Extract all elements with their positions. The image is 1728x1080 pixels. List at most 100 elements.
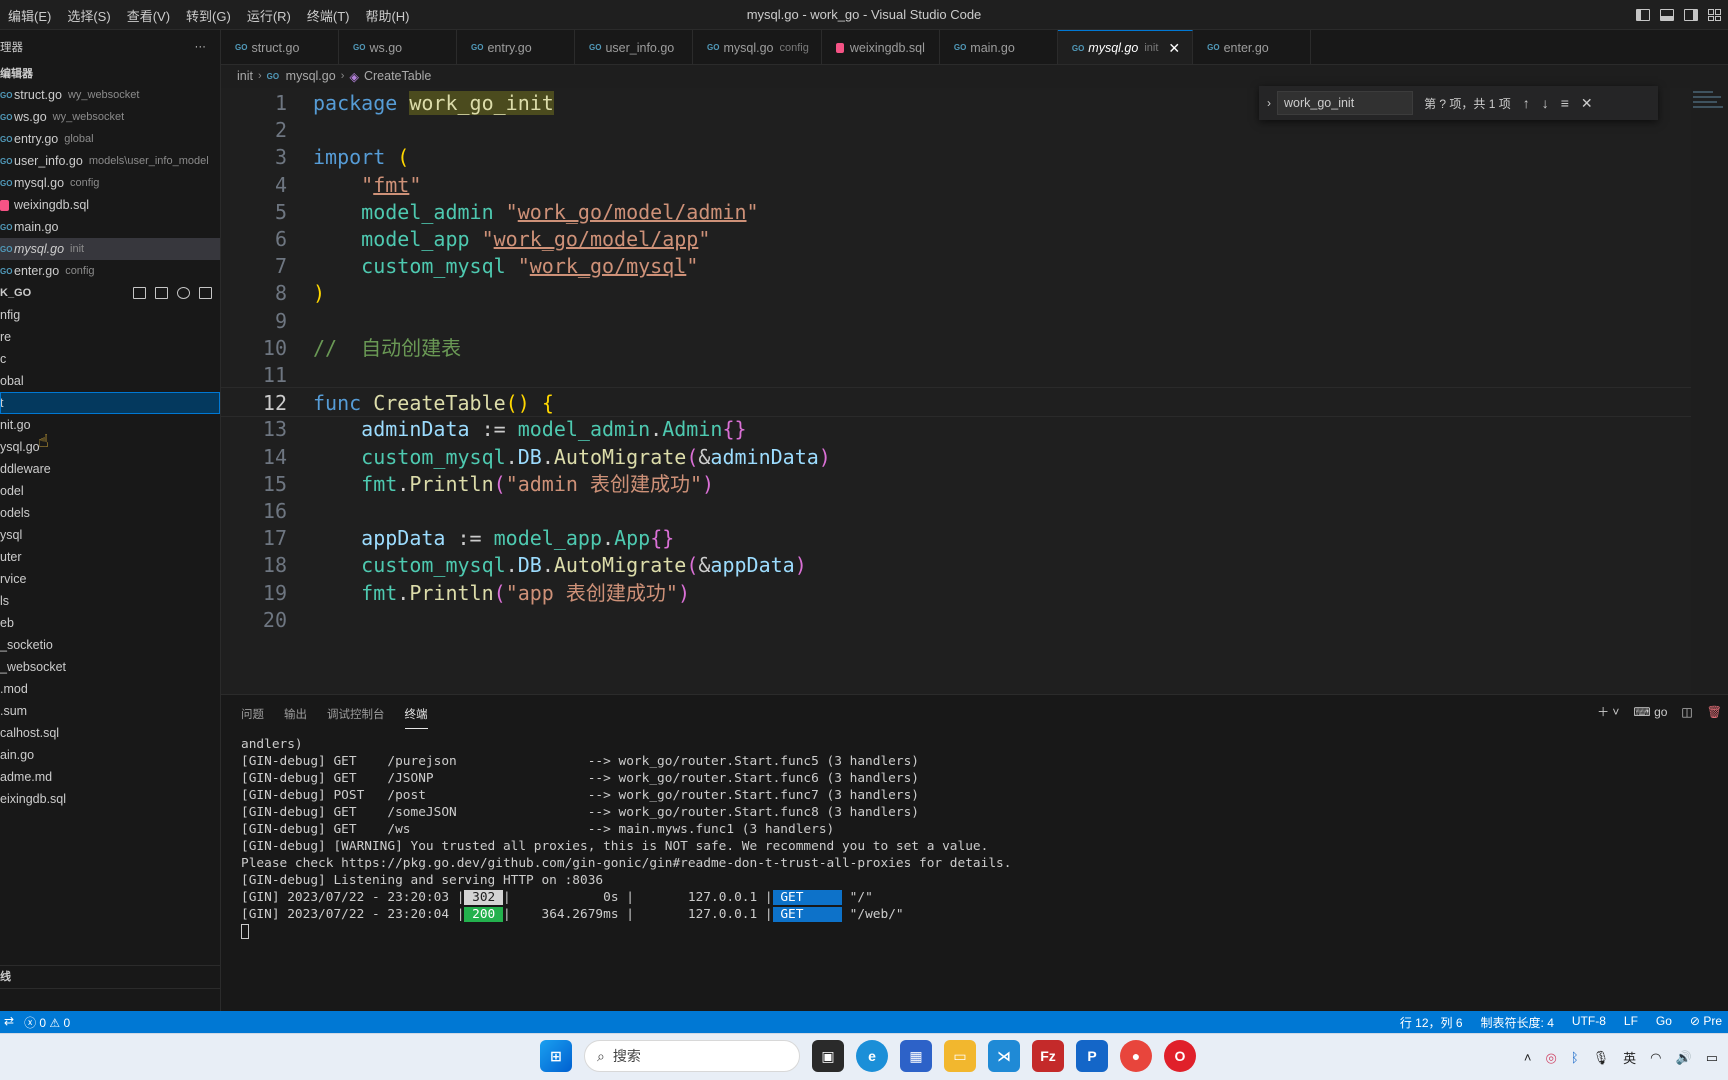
menu-item[interactable]: 转到(G) (178, 6, 239, 25)
tree-item[interactable]: ddleware (0, 458, 220, 480)
menu-item[interactable]: 查看(V) (119, 6, 178, 25)
tree-item[interactable]: uter (0, 546, 220, 568)
vscode-icon[interactable]: ⋊ (988, 1040, 1020, 1072)
open-editor-item[interactable]: GO mysql.go config (0, 172, 220, 194)
file-explorer-icon[interactable]: ▭ (944, 1040, 976, 1072)
toggle-secondary-sidebar-icon[interactable] (1684, 9, 1698, 21)
breadcrumb-symbol[interactable]: CreateTable (364, 69, 431, 83)
editor-tab[interactable]: GO main.go (940, 30, 1058, 64)
opera-icon[interactable]: O (1164, 1040, 1196, 1072)
customize-layout-icon[interactable] (1708, 9, 1722, 21)
open-editor-item[interactable]: GO enter.go config (0, 260, 220, 282)
code-line[interactable]: 8) (221, 278, 1691, 308)
tree-item[interactable]: ain.go (0, 744, 220, 766)
code-line[interactable]: 16 (221, 496, 1691, 526)
code-line[interactable]: 15 fmt.Println("admin 表创建成功") (221, 469, 1691, 499)
close-find-icon[interactable]: ✕ (1581, 95, 1593, 112)
code-line[interactable]: 12 func CreateTable() { (221, 387, 1691, 418)
menu-item[interactable]: 编辑(E) (0, 6, 59, 25)
cursor-position[interactable]: 行 12，列 6 (1400, 1014, 1463, 1031)
code-line[interactable]: 10 // 自动创建表 (221, 333, 1691, 363)
project-header[interactable]: K_GO (0, 282, 220, 304)
indentation[interactable]: 制表符长度: 4 (1481, 1014, 1554, 1031)
new-folder-icon[interactable] (155, 287, 168, 299)
code-line[interactable]: 3 import ( (221, 142, 1691, 172)
filezilla-icon[interactable]: Fz (1032, 1040, 1064, 1072)
outline-section[interactable]: 线 (0, 965, 220, 987)
terminal-output[interactable]: andlers) [GIN-debug] GET /purejson --> wo… (241, 736, 1011, 940)
new-terminal-icon[interactable]: ＋ ˅ (1597, 703, 1619, 720)
tree-item[interactable]: obal (0, 370, 220, 392)
editor-tab[interactable]: GO struct.go (221, 30, 339, 64)
windows-start-icon[interactable]: ⊞ (540, 1040, 572, 1072)
tree-item[interactable]: ysql (0, 524, 220, 546)
editor-tab[interactable]: GO mysql.go config (693, 30, 822, 64)
remote-icon[interactable]: ⇄ (4, 1014, 14, 1031)
menu-item[interactable]: 选择(S) (59, 6, 118, 25)
tree-item[interactable]: eixingdb.sql (0, 788, 220, 810)
problems-indicator[interactable]: ⓧ 0 ⚠ 0 (24, 1014, 70, 1031)
chevron-up-icon[interactable]: ˄ (1524, 1050, 1532, 1065)
tree-item[interactable]: ls (0, 590, 220, 612)
menu-item[interactable]: 帮助(H) (357, 6, 417, 25)
tree-item[interactable]: odel (0, 480, 220, 502)
previous-match-icon[interactable]: ↑ (1523, 95, 1530, 111)
end-of-line[interactable]: LF (1624, 1014, 1638, 1031)
prettier-status[interactable]: ⊘ Pre (1690, 1014, 1722, 1031)
tree-item[interactable]: .mod (0, 678, 220, 700)
tree-item[interactable]: re (0, 326, 220, 348)
code-line[interactable]: 11 (221, 360, 1691, 390)
task-view-icon[interactable]: ▣ (812, 1040, 844, 1072)
split-terminal-icon[interactable]: ◫ (1681, 705, 1692, 719)
code-line[interactable]: 14 custom_mysql.DB.AutoMigrate(&adminDat… (221, 442, 1691, 472)
menu-item[interactable]: 终端(T) (299, 6, 358, 25)
code-line[interactable]: 9 (221, 306, 1691, 336)
editor-tab[interactable]: weixingdb.sql (822, 30, 940, 64)
code-line[interactable]: 18 custom_mysql.DB.AutoMigrate(&appData) (221, 550, 1691, 580)
tree-item[interactable]: _websocket (0, 656, 220, 678)
wifi-icon[interactable]: ◠ (1650, 1050, 1661, 1066)
p-app-icon[interactable]: P (1076, 1040, 1108, 1072)
edge-browser-icon[interactable]: e (856, 1040, 888, 1072)
editor-tab[interactable]: GO user_info.go (575, 30, 693, 64)
language-mode[interactable]: Go (1656, 1014, 1672, 1031)
tree-item[interactable]: .sum (0, 700, 220, 722)
code-line[interactable]: 6 model_app "work_go/model/app" (221, 224, 1691, 254)
toggle-panel-icon[interactable] (1660, 9, 1674, 21)
tree-item[interactable]: odels (0, 502, 220, 524)
panel-tab[interactable]: 调试控制台 (327, 698, 385, 728)
volume-icon[interactable]: 🔊 (1676, 1050, 1692, 1066)
code-line[interactable]: 20 (221, 605, 1691, 635)
tree-item[interactable]: _socketio (0, 634, 220, 656)
open-editor-item[interactable]: GO ws.go wy_websocket (0, 106, 220, 128)
code-line[interactable]: 7 custom_mysql "work_go/mysql" (221, 251, 1691, 281)
editor-tab[interactable]: GO ws.go (339, 30, 457, 64)
menu-item[interactable]: 运行(R) (239, 6, 299, 25)
tree-item[interactable]: nfig (0, 304, 220, 326)
code-line[interactable]: 17 appData := model_app.App{} (221, 523, 1691, 553)
close-tab-icon[interactable]: ✕ (1168, 40, 1180, 57)
tree-item[interactable]: c (0, 348, 220, 370)
tree-item[interactable]: ysql.go (0, 436, 220, 458)
new-file-icon[interactable] (133, 287, 146, 299)
panel-tab[interactable]: 问题 (241, 698, 264, 728)
editor-tab[interactable]: GO mysql.go init ✕ (1057, 30, 1194, 64)
code-line[interactable]: 5 model_admin "work_go/model/admin" (221, 197, 1691, 227)
ime-indicator[interactable]: 英 (1623, 1048, 1636, 1067)
code-line[interactable]: 19 fmt.Println("app 表创建成功") (221, 578, 1691, 608)
tree-item[interactable]: adme.md (0, 766, 220, 788)
code-editor[interactable]: 1 package work_go_init 2 3 import (4 "fmt" 5 … (221, 88, 1691, 694)
open-editor-item[interactable]: GO main.go (0, 216, 220, 238)
next-match-icon[interactable]: ↓ (1542, 95, 1549, 111)
panel-tab[interactable]: 终端 (404, 698, 428, 729)
app-tray-icon[interactable]: ◎ (1545, 1050, 1556, 1066)
editor-tab[interactable]: GO enter.go (1193, 30, 1312, 64)
tree-item[interactable]: rvice (0, 568, 220, 590)
minimap[interactable] (1691, 88, 1728, 128)
open-editors-title[interactable]: 编辑器 (0, 64, 220, 84)
refresh-icon[interactable] (177, 287, 190, 299)
open-editor-item[interactable]: GO user_info.go models\user_info_model (0, 150, 220, 172)
open-editor-item[interactable]: GO struct.go wy_websocket (0, 84, 220, 106)
breadcrumb-folder[interactable]: init (237, 69, 253, 83)
collapse-all-icon[interactable] (199, 287, 212, 299)
